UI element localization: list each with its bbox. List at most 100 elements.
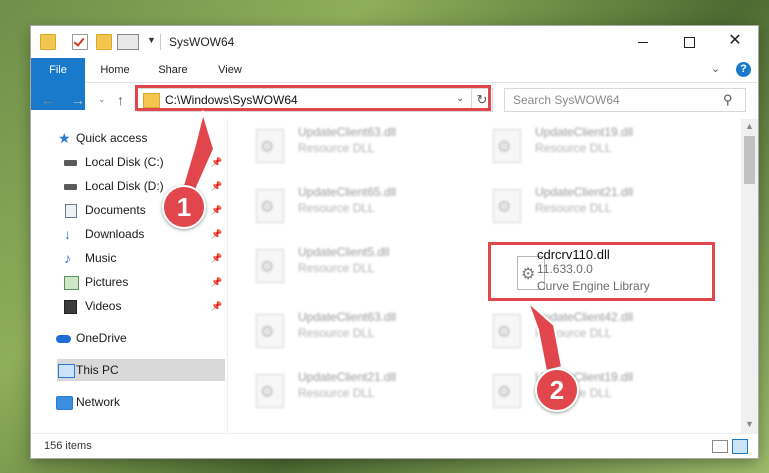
music-icon: ♪ [64, 250, 71, 266]
close-button[interactable]: ✕ [712, 26, 758, 56]
pin-icon: 📌 [211, 157, 223, 167]
file-name: UpdateClient65.dll [298, 185, 397, 199]
search-input[interactable]: Search SysWOW64 [513, 93, 620, 107]
recent-locations-icon[interactable]: ⌄ [98, 94, 106, 105]
file-item[interactable]: UpdateClient19.dll Resource DLL [465, 364, 695, 416]
dll-file-icon [256, 374, 284, 408]
file-description: Resource DLL [535, 201, 612, 215]
search-icon[interactable]: ⚲ [723, 92, 733, 108]
sidebar-item-this-pc[interactable]: This PC [57, 359, 225, 381]
file-description: Resource DLL [298, 141, 375, 155]
callout-step-1: 1 [162, 185, 206, 229]
download-icon: ↓ [64, 226, 71, 242]
file-item[interactable]: UpdateClient65.dll Resource DLL [228, 179, 458, 231]
title-bar: ▼ SysWOW64 ✕ [31, 26, 758, 58]
file-name: UpdateClient21.dll [298, 370, 397, 384]
network-icon [56, 396, 73, 410]
file-name: UpdateClient63.dll [298, 125, 397, 139]
sidebar-item-label: Downloads [85, 227, 145, 241]
file-name: UpdateClient19.dll [535, 125, 634, 139]
forward-arrow-icon[interactable]: → [71, 92, 85, 108]
dll-file-icon [256, 249, 284, 283]
sidebar-item-label: Local Disk (D:) [85, 179, 164, 193]
video-icon [64, 300, 77, 314]
sidebar-item-label: This PC [76, 363, 119, 377]
sidebar-item-downloads[interactable]: ↓ Downloads 📌 [31, 223, 227, 245]
file-item[interactable]: UpdateClient63.dll Resource DLL [228, 119, 458, 171]
drive-icon [64, 160, 77, 166]
tiles-view-icon[interactable] [732, 439, 748, 454]
file-name: UpdateClient21.dll [535, 185, 634, 199]
folder-icon[interactable] [40, 34, 56, 50]
sidebar-item-quick-access[interactable]: ★ Quick access [31, 127, 227, 149]
help-icon[interactable]: ? [736, 62, 751, 77]
cloud-icon [56, 335, 71, 343]
pin-icon: 📌 [211, 301, 223, 311]
scroll-thumb[interactable] [744, 136, 755, 184]
scroll-down-icon[interactable]: ▼ [745, 419, 754, 429]
up-arrow-icon[interactable]: ↑ [117, 92, 124, 108]
address-highlight-box [135, 85, 491, 111]
minimize-button[interactable] [620, 26, 666, 56]
callout-step-2: 2 [535, 368, 579, 412]
sidebar-item-label: Network [76, 395, 121, 409]
vertical-scrollbar[interactable]: ▲ ▼ [741, 119, 758, 433]
file-item[interactable]: UpdateClient5.dll Resource DLL [228, 239, 458, 291]
sidebar-item-label: Local Disk (C:) [85, 155, 164, 169]
toolbar-divider [160, 34, 161, 50]
scroll-up-icon[interactable]: ▲ [745, 121, 754, 131]
file-item[interactable]: UpdateClient63.dll Resource DLL [228, 304, 458, 356]
sidebar-item-pictures[interactable]: Pictures 📌 [31, 271, 227, 293]
details-view-icon[interactable] [712, 440, 728, 453]
sidebar-item-label: Quick access [76, 131, 148, 145]
new-folder-icon[interactable] [96, 34, 112, 50]
window-title: SysWOW64 [169, 35, 235, 49]
tab-view[interactable]: View [207, 58, 253, 82]
pin-icon: 📌 [211, 253, 223, 263]
document-icon [65, 204, 77, 218]
sidebar-item-label: OneDrive [76, 331, 127, 345]
dll-file-icon [493, 129, 521, 163]
dll-file-icon [493, 314, 521, 348]
pin-icon: 📌 [211, 181, 223, 191]
tab-home[interactable]: Home [91, 58, 139, 82]
file-description: Resource DLL [298, 386, 375, 400]
maximize-icon [683, 36, 695, 48]
picture-icon [64, 276, 79, 290]
ribbon: File Home Share View ⌄ ? [31, 58, 758, 110]
sidebar-item-videos[interactable]: Videos 📌 [31, 295, 227, 317]
file-description: Resource DLL [298, 326, 375, 340]
expand-ribbon-icon[interactable]: ⌄ [711, 62, 720, 75]
dll-file-icon [256, 314, 284, 348]
file-item[interactable]: UpdateClient42.dll Resource DLL [465, 304, 695, 356]
sidebar-item-label: Documents [85, 203, 146, 217]
sidebar-item-onedrive[interactable]: OneDrive [31, 327, 227, 349]
properties-check-icon[interactable] [72, 34, 88, 50]
pin-icon: 📌 [211, 205, 223, 215]
sidebar-item-music[interactable]: ♪ Music 📌 [31, 247, 227, 269]
sidebar-item-label: Pictures [85, 275, 129, 289]
file-highlight-box [488, 242, 715, 301]
tab-share[interactable]: Share [149, 58, 197, 82]
navigation-bar: ← → ⌄ ↑ C:\Windows\SysWOW64 ⌄ ↻ Search S… [31, 83, 758, 117]
star-icon: ★ [58, 130, 71, 146]
file-name: UpdateClient5.dll [298, 245, 390, 259]
sidebar-item-local-disk-c[interactable]: Local Disk (C:) 📌 [31, 151, 227, 173]
file-name: UpdateClient63.dll [298, 310, 397, 324]
sidebar-item-network[interactable]: Network [31, 391, 227, 413]
chevron-down-icon[interactable]: ▼ [147, 35, 156, 45]
file-item[interactable]: UpdateClient19.dll Resource DLL [465, 119, 695, 171]
pin-icon: 📌 [211, 229, 223, 239]
file-description: Resource DLL [298, 201, 375, 215]
dll-file-icon [493, 189, 521, 223]
drive-icon [64, 184, 77, 190]
maximize-button[interactable] [666, 26, 712, 56]
minimize-icon [638, 41, 648, 43]
back-arrow-icon[interactable]: ← [41, 92, 55, 108]
file-description: Resource DLL [298, 261, 375, 275]
view-options-icon[interactable] [117, 34, 139, 50]
search-box[interactable]: Search SysWOW64 ⚲ [504, 88, 746, 112]
file-item[interactable]: UpdateClient21.dll Resource DLL [465, 179, 695, 231]
navigation-pane: ★ Quick access Local Disk (C:) 📌 Local D… [31, 119, 227, 433]
file-item[interactable]: UpdateClient21.dll Resource DLL [228, 364, 458, 416]
